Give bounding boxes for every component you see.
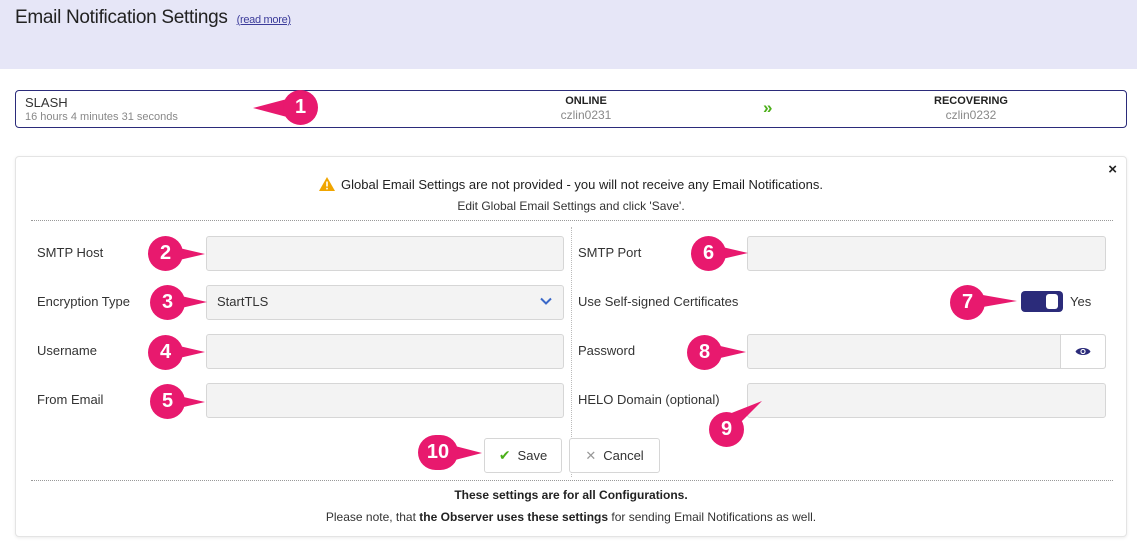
username-field bbox=[206, 334, 564, 369]
from-email-label: From Email bbox=[37, 392, 104, 407]
save-button[interactable]: ✔ Save bbox=[484, 438, 562, 473]
cancel-button[interactable]: ✕ Cancel bbox=[569, 438, 660, 473]
smtp-port-label: SMTP Port bbox=[578, 245, 642, 260]
encryption-type-label: Encryption Type bbox=[37, 294, 130, 309]
node-online-host: czlin0231 bbox=[560, 108, 612, 122]
double-chevron-right-icon: » bbox=[763, 98, 773, 117]
node-online: ONLINE czlin0231 bbox=[486, 95, 686, 122]
warning-message: Global Email Settings are not provided -… bbox=[16, 177, 1126, 192]
callout-6: 6 bbox=[691, 236, 726, 271]
callout-8: 8 bbox=[687, 335, 722, 370]
node-online-state: ONLINE bbox=[565, 95, 607, 107]
cluster-status-bar: SLASH 16 hours 4 minutes 31 seconds ONLI… bbox=[15, 90, 1127, 128]
username-label: Username bbox=[37, 343, 97, 358]
node-recovering: RECOVERING czlin0232 bbox=[871, 95, 1071, 122]
node-recovering-state: RECOVERING bbox=[934, 95, 1008, 107]
divider bbox=[31, 480, 1113, 481]
callout-3: 3 bbox=[150, 285, 185, 320]
password-label: Password bbox=[578, 343, 636, 358]
footer-note-post: for sending Email Notifications as well. bbox=[608, 510, 817, 524]
helo-domain-input[interactable] bbox=[748, 384, 1105, 417]
edit-hint: Edit Global Email Settings and click 'Sa… bbox=[457, 199, 685, 213]
helo-domain-label: HELO Domain (optional) bbox=[578, 392, 720, 407]
page-header: Email Notification Settings (read more) bbox=[0, 0, 1137, 69]
divider bbox=[31, 220, 1113, 221]
cancel-icon: ✕ bbox=[585, 447, 597, 463]
cluster-name: SLASH bbox=[25, 95, 68, 110]
self-signed-value: Yes bbox=[1070, 294, 1092, 309]
cancel-label: Cancel bbox=[603, 448, 644, 463]
page-title: Email Notification Settings (read more) bbox=[15, 7, 291, 29]
warning-icon bbox=[319, 177, 336, 191]
helo-domain-field bbox=[747, 383, 1106, 418]
toggle-knob bbox=[1046, 294, 1058, 309]
footer-note-pre: Please note, that bbox=[325, 510, 420, 524]
check-icon: ✔ bbox=[498, 447, 511, 463]
smtp-host-label: SMTP Host bbox=[37, 245, 104, 260]
page-title-text: Email Notification Settings bbox=[15, 7, 228, 28]
chevron-down-icon bbox=[540, 297, 552, 305]
username-input[interactable] bbox=[207, 335, 563, 368]
node-recovering-host: czlin0232 bbox=[945, 108, 997, 122]
save-label: Save bbox=[517, 448, 548, 463]
password-field bbox=[747, 334, 1106, 369]
password-input[interactable] bbox=[748, 335, 1060, 368]
warning-text: Global Email Settings are not provided -… bbox=[341, 177, 823, 192]
close-icon[interactable]: × bbox=[1108, 161, 1117, 178]
callout-1: 1 bbox=[283, 90, 318, 125]
smtp-port-input[interactable] bbox=[748, 237, 1105, 270]
footer-note-title: These settings are for all Configuration… bbox=[454, 488, 688, 502]
smtp-host-field bbox=[206, 236, 564, 271]
self-signed-toggle[interactable] bbox=[1021, 291, 1063, 312]
eye-icon bbox=[1075, 347, 1091, 356]
callout-2: 2 bbox=[148, 236, 183, 271]
callout-9: 9 bbox=[709, 412, 744, 447]
callout-4: 4 bbox=[148, 335, 183, 370]
footer-note-bold: the Observer uses these settings bbox=[419, 510, 609, 524]
encryption-type-select[interactable]: StartTLS bbox=[206, 285, 564, 320]
callout-10: 10 bbox=[418, 435, 458, 470]
show-password-button[interactable] bbox=[1060, 335, 1105, 368]
callout-7: 7 bbox=[950, 285, 985, 320]
read-more-link[interactable]: (read more) bbox=[237, 14, 291, 26]
from-email-field bbox=[206, 383, 564, 418]
smtp-port-field bbox=[747, 236, 1106, 271]
footer-note: Please note, that the Observer uses thes… bbox=[16, 510, 1126, 524]
encryption-type-value: StartTLS bbox=[217, 294, 269, 309]
self-signed-label: Use Self-signed Certificates bbox=[578, 294, 739, 309]
from-email-input[interactable] bbox=[207, 384, 563, 417]
cluster-uptime: 16 hours 4 minutes 31 seconds bbox=[25, 111, 178, 123]
smtp-host-input[interactable] bbox=[207, 237, 563, 270]
callout-5: 5 bbox=[150, 384, 185, 419]
